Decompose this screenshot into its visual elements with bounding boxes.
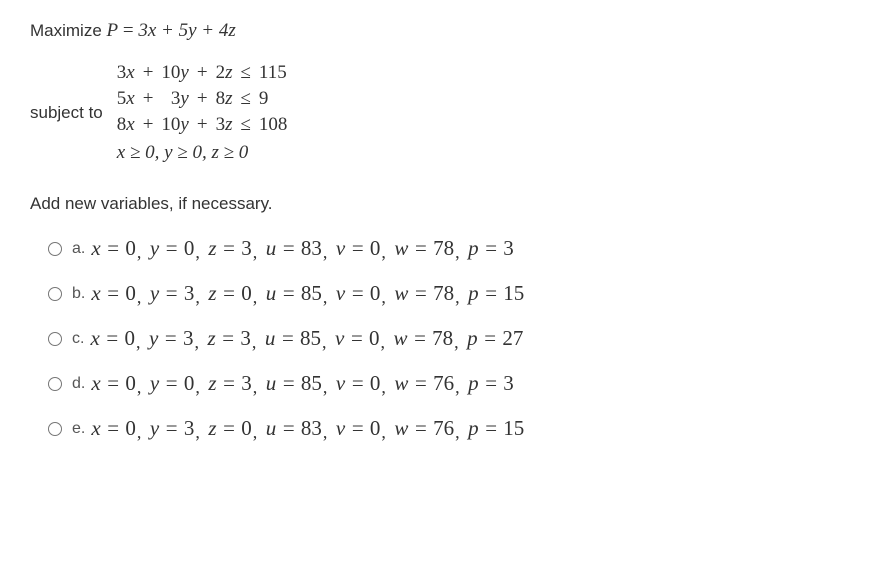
objective-lhs: P — [107, 20, 119, 41]
maximize-line: Maximize P = 3x + 5y + 4z — [30, 20, 850, 42]
option-letter: d. — [72, 375, 85, 393]
option-radio-b[interactable] — [48, 287, 62, 301]
option-radio-a[interactable] — [48, 242, 62, 256]
option-expression: x = 0y = 3z = 0u = 83v = 0w = 76p = 15 — [91, 416, 524, 441]
option-radio-e[interactable] — [48, 422, 62, 436]
option-expression: x = 0y = 3z = 3u = 85v = 0w = 78p = 27 — [90, 326, 523, 351]
subject-to-label: subject to — [30, 103, 103, 123]
option-letter: a. — [72, 240, 85, 258]
constraint-row: 8x+10y+3z≤108 — [113, 112, 292, 138]
subject-to-block: subject to 3x+10y+2z≤1155x+3y+8z≤98x+10y… — [30, 60, 850, 166]
option-row-d: d. x = 0y = 0z = 3u = 85v = 0w = 76p = 3 — [48, 371, 850, 396]
option-row-b: b. x = 0y = 3z = 0u = 85v = 0w = 78p = 15 — [48, 281, 850, 306]
constraint-row: 5x+3y+8z≤9 — [113, 86, 292, 112]
instruction-text: Add new variables, if necessary. — [30, 194, 850, 214]
options-list: a. x = 0y = 0z = 3u = 83v = 0w = 78p = 3 b… — [30, 236, 850, 441]
option-row-e: e. x = 0y = 3z = 0u = 83v = 0w = 76p = 15 — [48, 416, 850, 441]
option-letter: b. — [72, 285, 85, 303]
option-row-a: a. x = 0y = 0z = 3u = 83v = 0w = 78p = 3 — [48, 236, 850, 261]
objective-rhs: 3x + 5y + 4z — [138, 20, 235, 41]
option-letter: e. — [72, 420, 85, 438]
option-row-c: c. x = 0y = 3z = 3u = 85v = 0w = 78p = 27 — [48, 326, 850, 351]
option-letter: c. — [72, 330, 84, 348]
option-radio-d[interactable] — [48, 377, 62, 391]
maximize-label: Maximize — [30, 21, 102, 40]
option-expression: x = 0y = 0z = 3u = 83v = 0w = 78p = 3 — [91, 236, 513, 261]
constraint-row: 3x+10y+2z≤115 — [113, 60, 292, 86]
nonneg-row: x ≥ 0, y ≥ 0, z ≥ 0 — [113, 138, 292, 166]
option-radio-c[interactable] — [48, 332, 62, 346]
constraints-table: 3x+10y+2z≤1155x+3y+8z≤98x+10y+3z≤108x ≥ … — [113, 60, 292, 166]
option-expression: x = 0y = 3z = 0u = 85v = 0w = 78p = 15 — [91, 281, 524, 306]
option-expression: x = 0y = 0z = 3u = 85v = 0w = 76p = 3 — [91, 371, 513, 396]
